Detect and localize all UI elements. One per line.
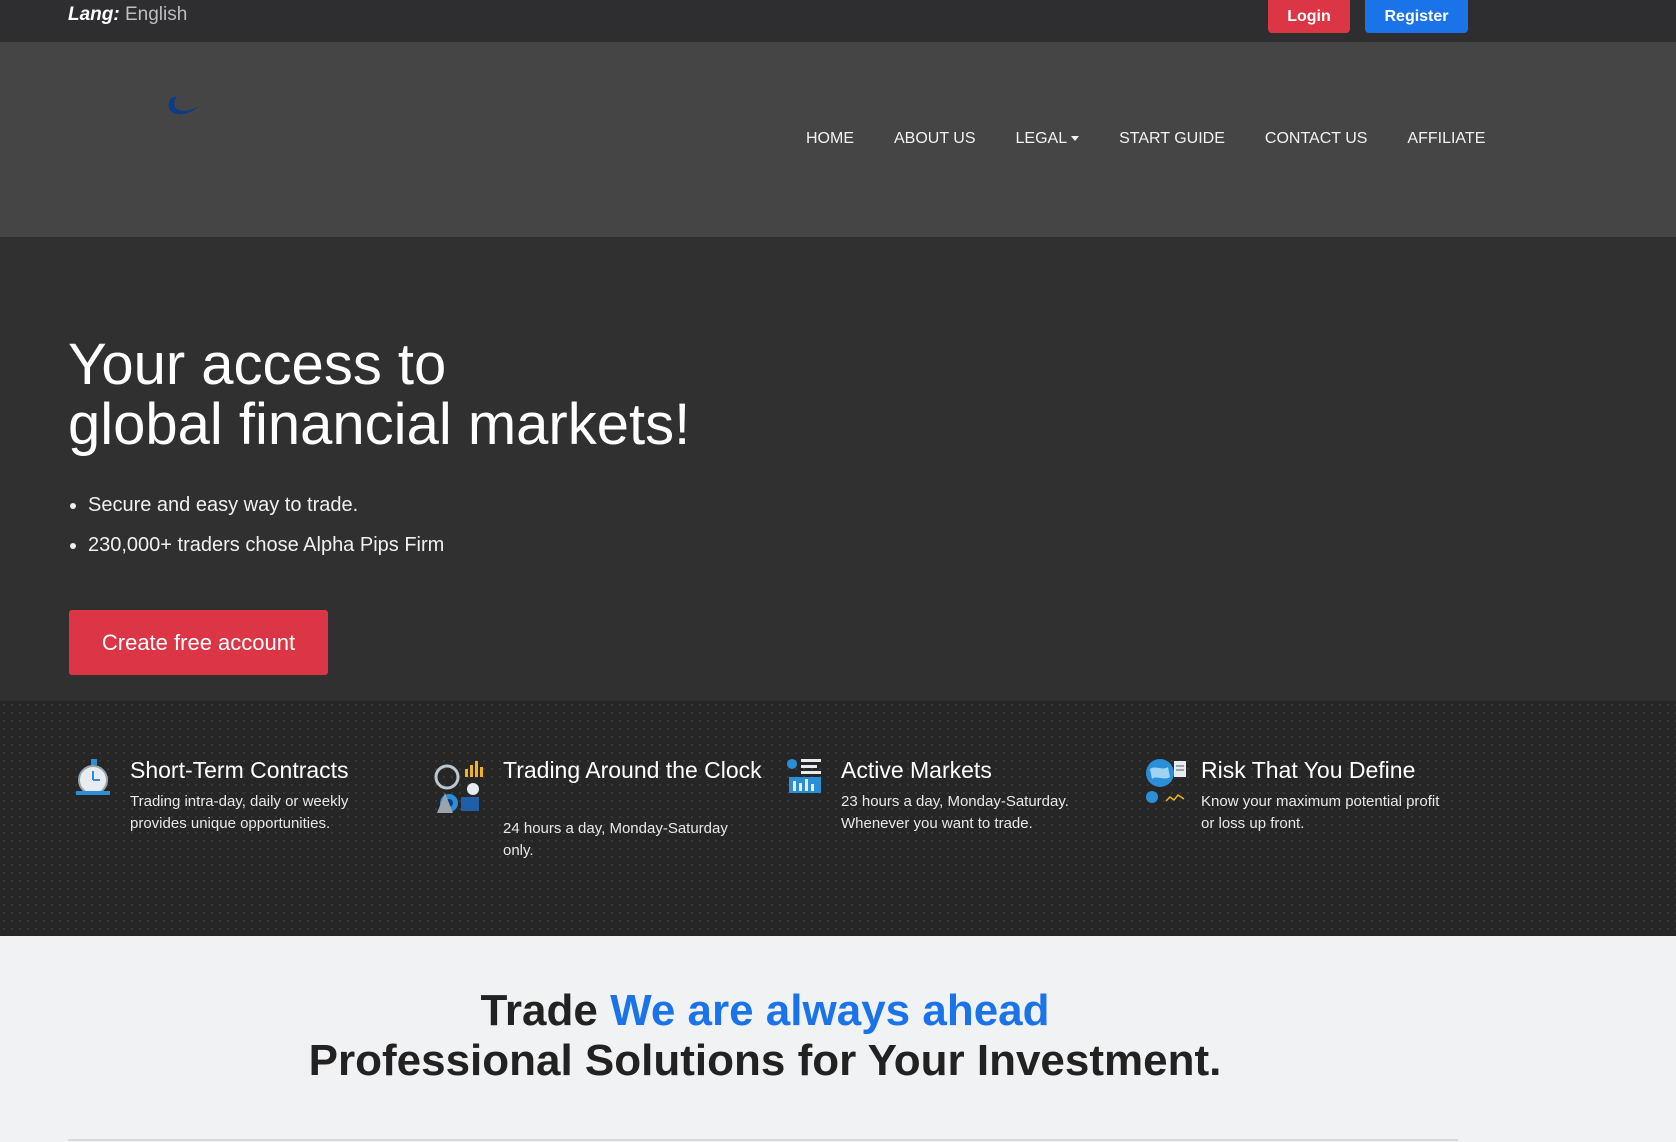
feature-text: Know your maximum potential profit or lo… xyxy=(1201,793,1440,832)
hero-title-line2: global financial markets! xyxy=(68,392,691,457)
feature-title: Risk That You Define xyxy=(1201,757,1416,783)
solutions-section: Trade We are always ahead Professional S… xyxy=(0,936,1676,1142)
main-nav: HOME ABOUT US LEGAL START GUIDE CONTACT … xyxy=(806,130,1485,148)
headline-prefix: Trade xyxy=(480,986,598,1035)
market-chart-icon xyxy=(787,759,821,793)
hero-section: Your access to global financial markets!… xyxy=(0,237,1676,701)
register-button[interactable]: Register xyxy=(1365,0,1468,33)
language-selector[interactable]: Lang: English xyxy=(68,4,187,26)
headline-accent: We are always ahead xyxy=(610,986,1050,1035)
section-divider xyxy=(68,1139,1458,1141)
feature-title: Short-Term Contracts xyxy=(130,757,349,783)
feature-text: 24 hours a day, Monday-Saturday only. xyxy=(503,820,728,859)
clock-chart-icon xyxy=(434,761,483,813)
caret-down-icon xyxy=(1071,136,1080,142)
nav-legal-label: LEGAL xyxy=(1015,130,1068,147)
solutions-headline-line2: Professional Solutions for Your Investme… xyxy=(308,1036,1222,1085)
hero-title-line1: Your access to xyxy=(68,332,447,397)
language-label: Lang: xyxy=(68,4,120,25)
solutions-headline-line1: Trade We are always ahead xyxy=(0,986,1530,1036)
nav-affiliate[interactable]: AFFILIATE xyxy=(1407,130,1485,148)
feature-text: Trading intra-day, daily or weekly provi… xyxy=(130,793,349,832)
nav-contact-us-label: CONTACT US xyxy=(1264,130,1368,147)
top-bar: Lang: English Login Register xyxy=(0,0,1676,42)
login-button[interactable]: Login xyxy=(1268,0,1350,33)
brand-logo-icon[interactable] xyxy=(163,92,203,122)
nav-about-us[interactable]: ABOUT US xyxy=(894,130,976,148)
nav-home[interactable]: HOME xyxy=(806,130,854,148)
nav-affiliate-label: AFFILIATE xyxy=(1407,130,1486,147)
create-account-button[interactable]: Create free account xyxy=(69,610,328,675)
main-header: HOME ABOUT US LEGAL START GUIDE CONTACT … xyxy=(0,42,1676,237)
features-strip: Short-Term Contracts Trading intra-day, … xyxy=(0,701,1676,936)
nav-start-guide[interactable]: START GUIDE xyxy=(1119,130,1225,148)
nav-start-guide-label: START GUIDE xyxy=(1119,130,1225,147)
hero-bullets: Secure and easy way to trade. 230,000+ t… xyxy=(88,494,444,574)
feature-text: 23 hours a day, Monday-Saturday. Wheneve… xyxy=(841,793,1069,832)
stopwatch-icon xyxy=(76,759,110,795)
nav-contact-us[interactable]: CONTACT US xyxy=(1265,130,1368,148)
nav-about-us-label: ABOUT US xyxy=(894,130,976,147)
hero-bullet: 230,000+ traders chose Alpha Pips Firm xyxy=(88,534,444,557)
globe-risk-icon xyxy=(1146,759,1186,803)
feature-title: Trading Around the Clock xyxy=(503,757,762,783)
nav-home-label: HOME xyxy=(806,130,854,147)
language-value[interactable]: English xyxy=(125,4,187,25)
nav-legal[interactable]: LEGAL xyxy=(1016,130,1080,148)
feature-title: Active Markets xyxy=(841,757,992,783)
hero-bullet: Secure and easy way to trade. xyxy=(88,494,444,517)
hero-title: Your access to global financial markets! xyxy=(68,335,690,455)
